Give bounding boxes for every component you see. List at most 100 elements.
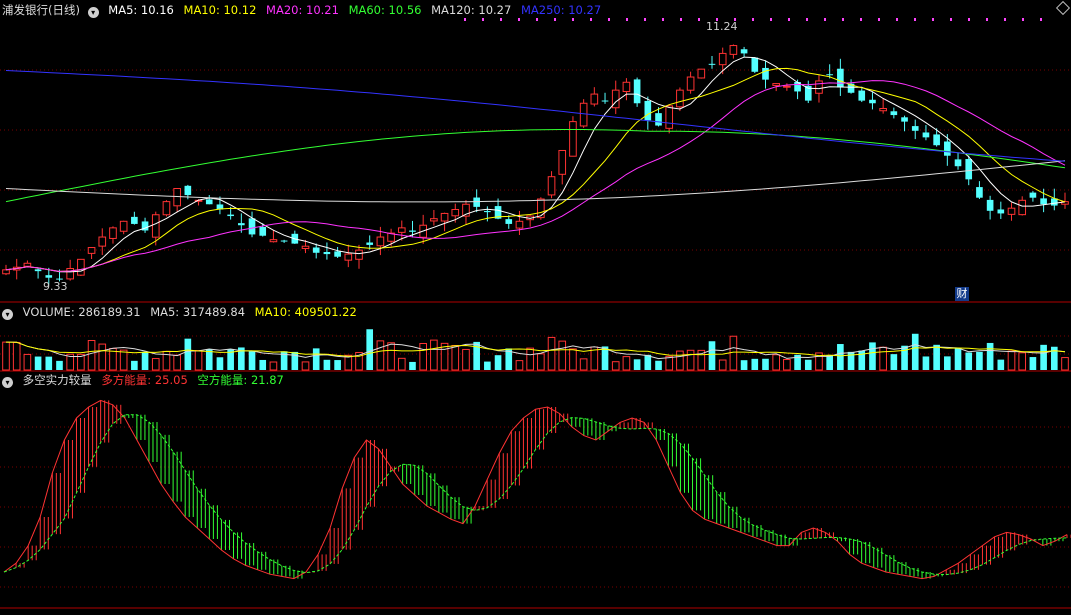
volume-bar-down bbox=[216, 357, 224, 370]
candle-down bbox=[484, 210, 491, 213]
candle-down bbox=[1040, 198, 1047, 205]
candle-up bbox=[515, 220, 524, 229]
chevron-down-icon[interactable]: ▾ bbox=[87, 7, 99, 18]
candle-down bbox=[858, 90, 866, 101]
indicator-title: 多空实力较量 bbox=[22, 373, 92, 387]
candle-up bbox=[119, 220, 128, 232]
candle-down bbox=[890, 111, 898, 116]
candle-up bbox=[162, 201, 171, 216]
candle-up bbox=[173, 188, 181, 207]
volume-bar-down bbox=[366, 329, 374, 370]
candle-up bbox=[87, 247, 96, 254]
volume-bar-up bbox=[387, 342, 395, 371]
candle-down bbox=[633, 79, 641, 104]
event-marker bbox=[824, 18, 826, 21]
candle-down bbox=[312, 247, 320, 253]
candle-up bbox=[66, 268, 74, 280]
candle-down bbox=[184, 185, 192, 196]
candle-down bbox=[227, 214, 234, 217]
candle-down bbox=[1029, 192, 1037, 198]
finance-badge[interactable]: 财 bbox=[955, 287, 969, 301]
event-marker bbox=[662, 18, 664, 21]
volume-bar-up bbox=[376, 340, 385, 371]
candle-up bbox=[355, 249, 363, 260]
chevron-down-icon[interactable]: ▾ bbox=[2, 377, 13, 388]
volume-bar-down bbox=[826, 355, 833, 370]
event-marker bbox=[464, 18, 466, 21]
volume-legend: ▾ VOLUME: 286189.31 MA5: 317489.84 MA10:… bbox=[2, 304, 363, 320]
volume-bar-down bbox=[1040, 344, 1047, 370]
candle-down bbox=[997, 209, 1005, 214]
candle-up bbox=[397, 227, 406, 233]
event-marker bbox=[1022, 18, 1024, 21]
candle-up bbox=[537, 198, 545, 219]
volume-bar-up bbox=[676, 350, 684, 371]
legend-vol-ma5: MA5: 317489.84 bbox=[150, 305, 246, 319]
ma60-line bbox=[5, 129, 1066, 203]
candle-down bbox=[901, 117, 908, 122]
candle-down bbox=[34, 269, 42, 272]
candle-up bbox=[622, 81, 631, 93]
candle-down bbox=[131, 216, 138, 224]
event-marker bbox=[608, 18, 610, 21]
candle-down bbox=[976, 187, 983, 198]
event-marker bbox=[986, 18, 988, 21]
volume-bar-up bbox=[151, 358, 160, 371]
volume-bar-up bbox=[301, 361, 310, 371]
candle-up bbox=[451, 208, 460, 217]
legend-ma250: MA250: 10.27 bbox=[520, 3, 602, 17]
event-marker bbox=[572, 18, 574, 21]
volume-bar-down bbox=[334, 360, 341, 370]
volume-bar-down bbox=[248, 351, 256, 370]
candle-up bbox=[772, 83, 780, 86]
candle-down bbox=[922, 132, 930, 138]
volume-bar-down bbox=[740, 360, 748, 370]
volume-bar-up bbox=[12, 341, 21, 371]
event-marker bbox=[500, 18, 502, 21]
candle-down bbox=[954, 159, 962, 167]
volume-bar-down bbox=[944, 356, 951, 370]
chevron-down-icon[interactable]: ▾ bbox=[2, 309, 13, 320]
candle-down bbox=[965, 159, 973, 180]
volume-bar-down bbox=[890, 354, 898, 370]
legend-vol-ma10: MA10: 409501.22 bbox=[254, 305, 357, 319]
candle-down bbox=[473, 197, 480, 207]
event-marker bbox=[590, 18, 592, 21]
volume-bar-up bbox=[1007, 350, 1016, 371]
ma20-line bbox=[5, 80, 1066, 272]
volume-bar-up bbox=[515, 360, 524, 371]
candle-down bbox=[238, 223, 245, 226]
ma250-line bbox=[5, 70, 1066, 162]
candle-up bbox=[1007, 207, 1016, 215]
candle-down bbox=[933, 134, 940, 146]
volume-bar-up bbox=[2, 341, 10, 371]
candle-up bbox=[269, 239, 278, 243]
volume-bar-down bbox=[205, 349, 213, 370]
event-marker bbox=[1040, 18, 1042, 21]
candle-down bbox=[911, 126, 919, 131]
candle-up bbox=[77, 258, 85, 276]
candle-down bbox=[205, 199, 213, 205]
volume-bar-up bbox=[1061, 357, 1069, 371]
candle-up bbox=[2, 269, 10, 275]
candle-up bbox=[665, 105, 674, 129]
volume-bar-up bbox=[579, 358, 588, 371]
volume-bar-down bbox=[484, 361, 491, 370]
volume-bar-up bbox=[622, 356, 631, 371]
candle-up bbox=[376, 236, 385, 247]
indicator-legend: ▾ 多空实力较量 多方能量: 25.05 空方能量: 21.87 bbox=[2, 372, 290, 388]
volume-bar-down bbox=[708, 341, 716, 370]
candle-up bbox=[579, 102, 588, 127]
candle-up bbox=[729, 45, 738, 55]
event-marker bbox=[878, 18, 880, 21]
volume-bar-down bbox=[323, 359, 331, 370]
volume-bar-down bbox=[312, 348, 320, 370]
candle-down bbox=[762, 67, 769, 80]
volume-bar-up bbox=[686, 349, 695, 371]
volume-bar-down bbox=[601, 346, 609, 370]
candle-up bbox=[1018, 199, 1027, 216]
volume-bar-up bbox=[23, 353, 32, 371]
candle-up bbox=[676, 89, 684, 108]
event-marker bbox=[644, 18, 646, 21]
volume-bar-down bbox=[911, 333, 919, 370]
